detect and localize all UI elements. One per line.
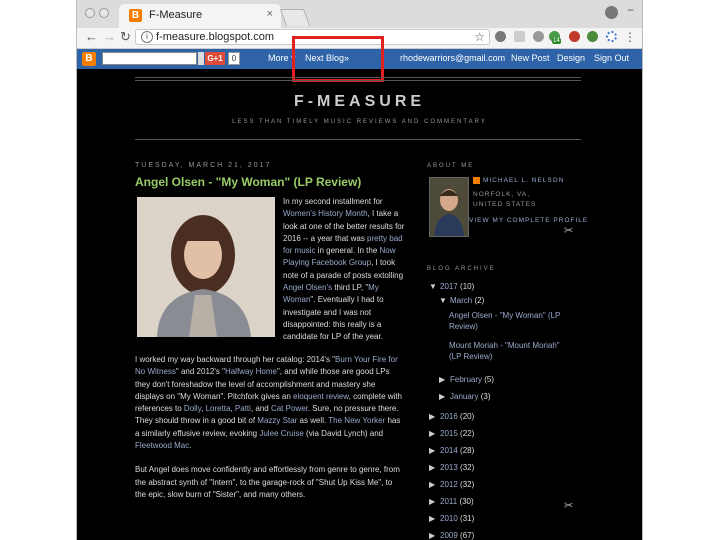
blogger-logo-icon[interactable]: B	[82, 52, 96, 66]
minimize-window-button[interactable]	[99, 8, 109, 18]
back-arrow-icon[interactable]: ←	[85, 29, 98, 44]
eloquent-review-link[interactable]: eloquent review	[293, 392, 349, 401]
triangle-right-icon: ▶	[429, 480, 436, 489]
extension-cast-icon[interactable]	[514, 31, 525, 42]
post-date: TUESDAY, MARCH 21, 2017	[135, 162, 272, 169]
new-post-link[interactable]: New Post	[511, 53, 550, 63]
blogger-profile-icon	[473, 177, 480, 184]
archive-year-2010[interactable]: ▶ 2010 (31)	[429, 513, 474, 524]
halfway-home-link[interactable]: Halfway Home	[225, 367, 277, 376]
triangle-down-icon: ▼	[429, 282, 437, 291]
blogger-favicon-icon: B	[129, 9, 142, 22]
archive-post-angel-olsen[interactable]: Angel Olsen - "My Woman" (LP Review)	[449, 310, 567, 332]
gplus-count: 0	[228, 52, 240, 65]
womens-history-month-link[interactable]: Women's History Month	[283, 209, 368, 218]
archive-year-2014[interactable]: ▶ 2014 (28)	[429, 445, 474, 456]
browser-tab[interactable]: B F-Measure ×	[119, 4, 281, 28]
sign-out-link[interactable]: Sign Out	[594, 53, 629, 63]
cat-power-link[interactable]: Cat Power	[271, 404, 308, 413]
blog-search-input[interactable]	[102, 52, 197, 65]
post-body-text: I worked my way backward through her cat…	[135, 354, 405, 513]
triangle-right-icon: ▶	[429, 497, 436, 506]
header-rule	[135, 80, 581, 81]
tab-strip: B F-Measure × −	[77, 0, 642, 28]
blog-archive-heading: BLOG ARCHIVE	[427, 266, 496, 272]
extension-blue-icon[interactable]	[606, 31, 617, 42]
triangle-right-icon: ▶	[429, 446, 436, 455]
author-location: NORFOLK, VA, UNITED STATES	[473, 191, 537, 208]
view-profile-link[interactable]: VIEW MY COMPLETE PROFILE	[469, 217, 588, 224]
new-tab-button[interactable]	[279, 9, 311, 26]
post-image[interactable]	[137, 197, 275, 337]
triangle-right-icon: ▶	[439, 392, 446, 401]
blog-content: F-MEASURE LESS THAN TIMELY MUSIC REVIEWS…	[77, 69, 642, 540]
about-me-heading: ABOUT ME	[427, 163, 475, 169]
blog-search-button[interactable]	[198, 52, 204, 65]
triangle-right-icon: ▶	[439, 375, 446, 384]
archive-year-2015[interactable]: ▶ 2015 (22)	[429, 428, 474, 439]
user-profile-icon[interactable]	[605, 6, 618, 19]
triangle-right-icon: ▶	[429, 463, 436, 472]
site-info-icon[interactable]: i	[141, 31, 153, 43]
post-paragraph: But Angel does move confidently and effo…	[135, 465, 400, 499]
archive-month-february[interactable]: ▶ February (5)	[439, 374, 494, 385]
triangle-down-icon: ▼	[439, 296, 447, 305]
edit-tool-icon[interactable]: ✂	[564, 224, 573, 237]
mazzy-star-link[interactable]: Mazzy Star	[257, 416, 297, 425]
julee-cruise-link[interactable]: Julee Cruise	[259, 429, 303, 438]
tab-close-icon[interactable]: ×	[267, 8, 273, 20]
close-window-button[interactable]	[85, 8, 95, 18]
blog-description: LESS THAN TIMELY MUSIC REVIEWS AND COMME…	[232, 119, 487, 125]
archive-year-2009[interactable]: ▶ 2009 (67)	[429, 530, 474, 540]
dolly-link[interactable]: Dolly	[184, 404, 201, 413]
archive-year-2011[interactable]: ▶ 2011 (30)	[429, 496, 474, 507]
extension-badge: 14	[552, 38, 561, 44]
blog-title[interactable]: F-MEASURE	[77, 93, 642, 111]
post-title[interactable]: Angel Olsen - "My Woman" (LP Review)	[135, 175, 361, 189]
account-email-link[interactable]: rhodewarriors@gmail.com	[400, 53, 505, 63]
archive-year-2013[interactable]: ▶ 2013 (32)	[429, 462, 474, 473]
post-paragraph: I worked my way backward through her cat…	[135, 355, 402, 451]
archive-year-2012[interactable]: ▶ 2012 (32)	[429, 479, 474, 490]
triangle-right-icon: ▶	[429, 531, 436, 540]
archive-year-2017[interactable]: ▼ 2017 (10)	[429, 281, 474, 292]
triangle-right-icon: ▶	[429, 412, 436, 421]
browser-menu-icon[interactable]: ⋮	[624, 30, 636, 44]
patti-link[interactable]: Patti	[235, 404, 251, 413]
forward-arrow-icon[interactable]: →	[103, 29, 116, 44]
archive-post-mount-moriah[interactable]: Mount Moriah - "Mount Moriah" (LP Review…	[449, 340, 567, 362]
archive-month-march[interactable]: ▼ March (2)	[439, 295, 484, 306]
window-minimize-icon[interactable]: −	[627, 3, 634, 17]
triangle-right-icon: ▶	[429, 514, 436, 523]
extension-pocket-icon[interactable]	[569, 31, 580, 42]
edit-tool-icon[interactable]: ✂	[564, 499, 573, 512]
header-rule	[135, 139, 581, 140]
gplus-button[interactable]: G+1	[205, 52, 225, 65]
fleetwood-mac-link[interactable]: Fleetwood Mac	[135, 441, 189, 450]
loretta-link[interactable]: Loretta	[206, 404, 231, 413]
triangle-right-icon: ▶	[429, 429, 436, 438]
extension-info-icon[interactable]	[495, 31, 506, 42]
archive-month-january[interactable]: ▶ January (3)	[439, 391, 490, 402]
bookmark-star-icon[interactable]: ☆	[474, 30, 485, 44]
extension-shield-icon[interactable]	[533, 31, 544, 42]
author-portrait	[430, 178, 468, 236]
url-text: f-measure.blogspot.com	[156, 31, 274, 43]
post-intro-text: In my second installment for Women's His…	[283, 197, 405, 342]
browser-window: B F-Measure × − ← → ↻ i f-measure.blogsp…	[77, 0, 642, 540]
extension-green-icon[interactable]	[587, 31, 598, 42]
author-photo[interactable]	[429, 177, 469, 237]
tab-title: F-Measure	[149, 9, 203, 21]
new-yorker-link[interactable]: The New Yorker	[328, 416, 385, 425]
design-link[interactable]: Design	[557, 53, 585, 63]
header-rule	[135, 77, 581, 78]
reload-icon[interactable]: ↻	[120, 29, 131, 45]
author-name-link[interactable]: MICHAEL L. NELSON	[483, 177, 564, 184]
angel-olsen-photo	[137, 197, 275, 337]
angel-olsens-link[interactable]: Angel Olsen's	[283, 283, 332, 292]
archive-year-2016[interactable]: ▶ 2016 (20)	[429, 411, 474, 422]
